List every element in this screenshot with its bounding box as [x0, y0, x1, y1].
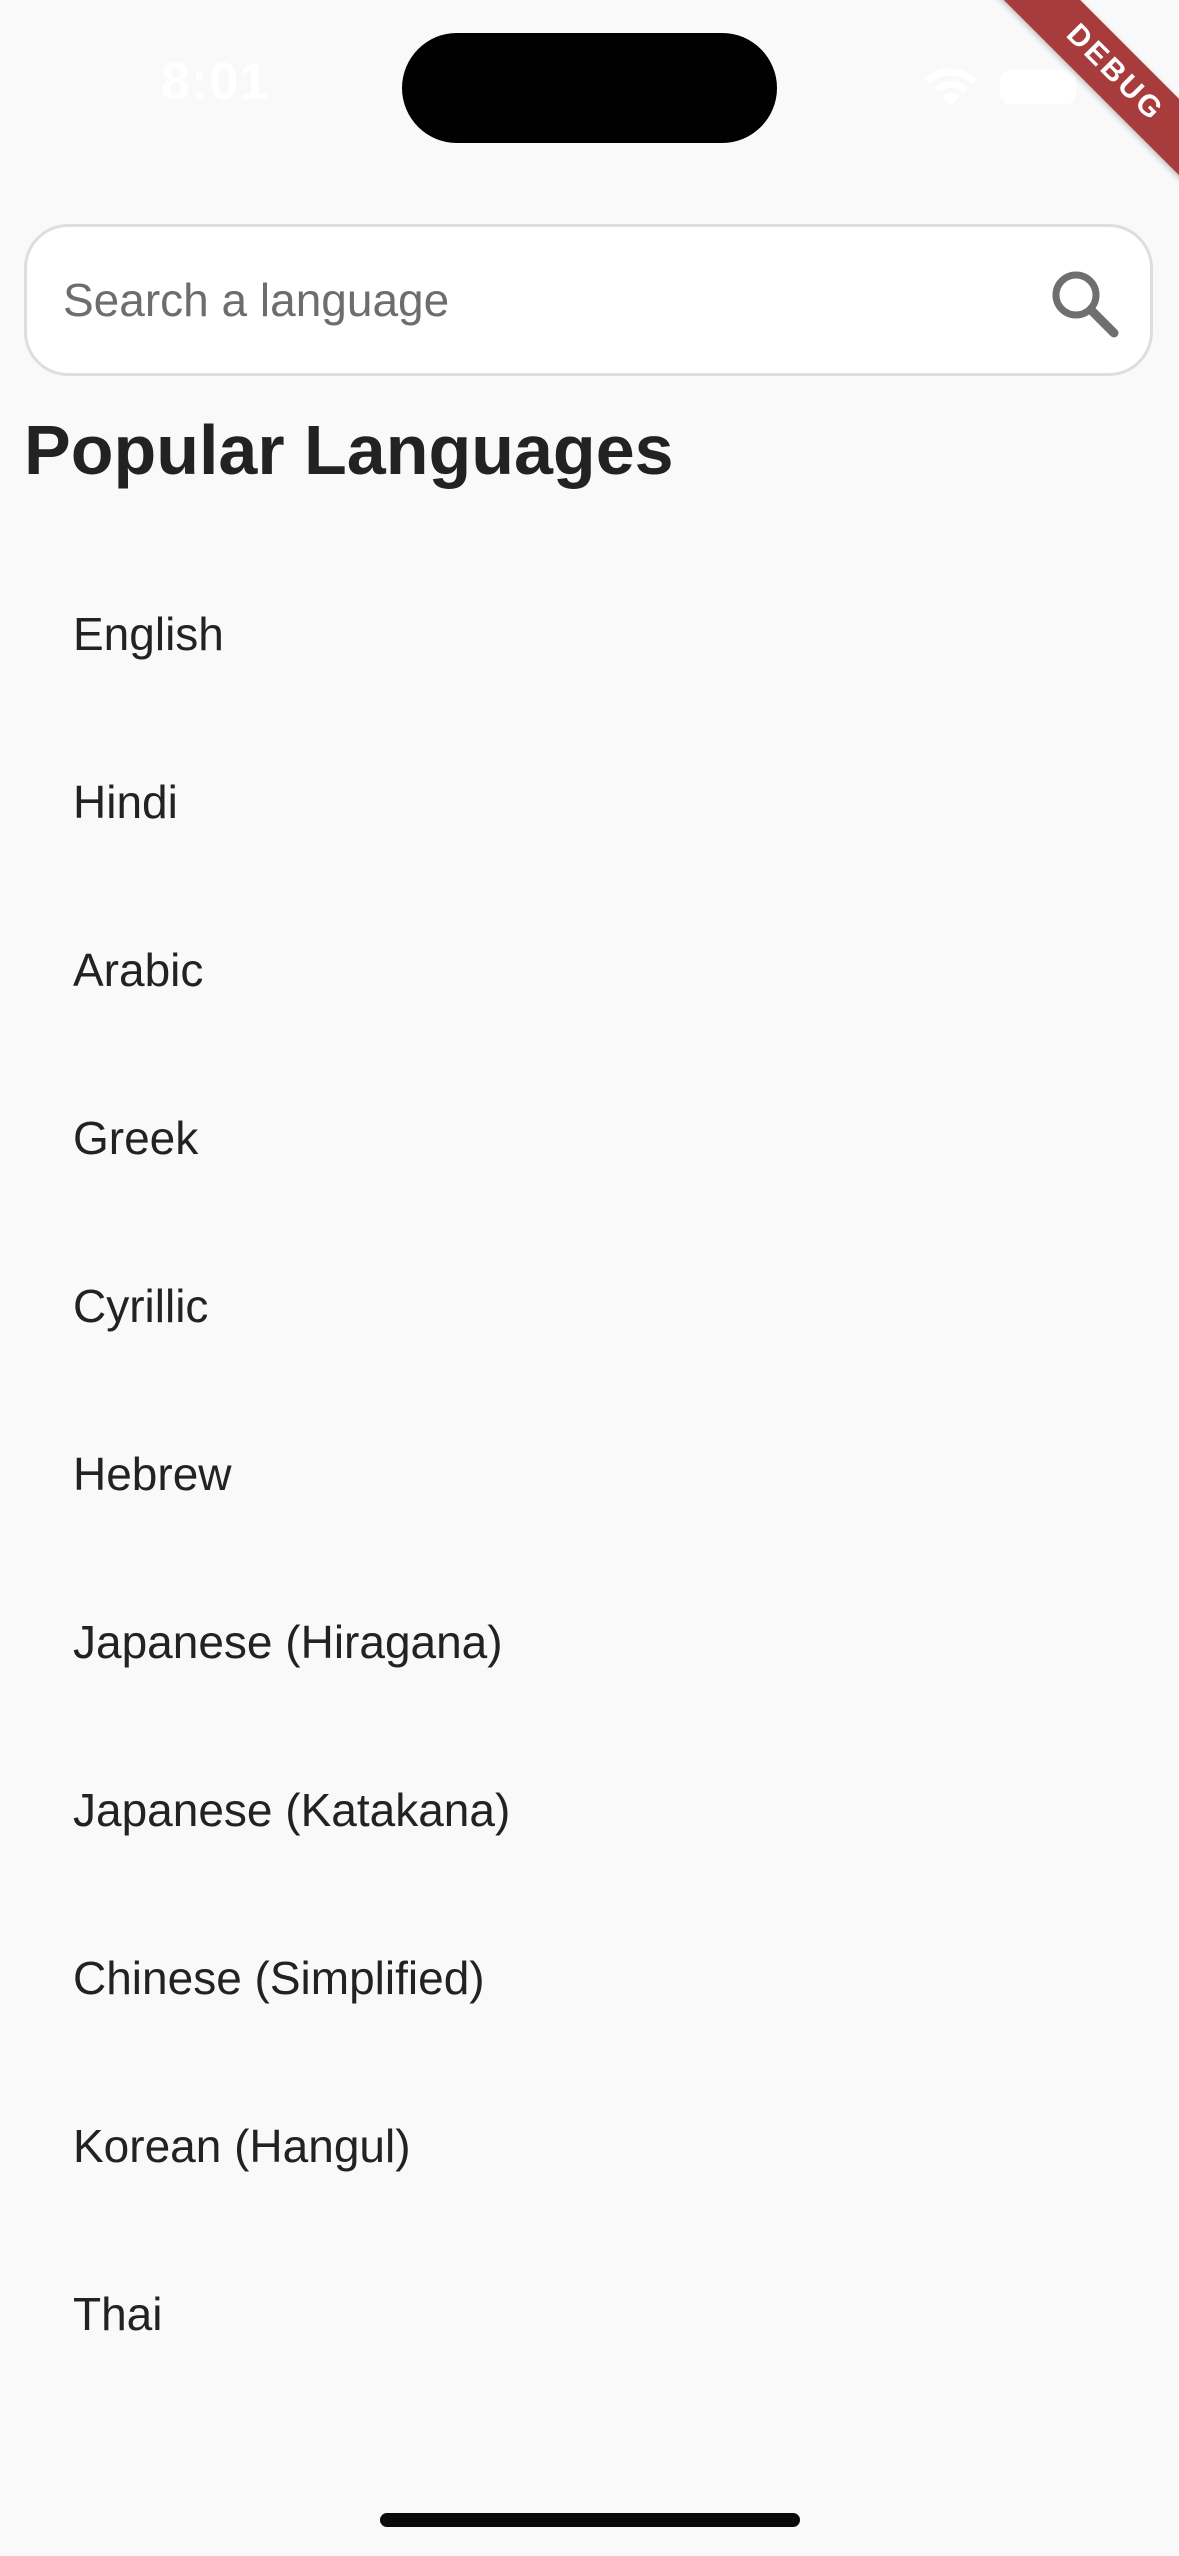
language-list: English Hindi Arabic Greek Cyrillic Hebr…: [0, 550, 1179, 2398]
language-item-hindi[interactable]: Hindi: [0, 718, 1179, 886]
search-field[interactable]: [24, 224, 1153, 376]
page-title: Popular Languages: [24, 411, 674, 489]
debug-banner-label: DEBUG: [989, 0, 1179, 199]
language-item-chinese-simplified[interactable]: Chinese (Simplified): [0, 1894, 1179, 2062]
language-item-cyrillic[interactable]: Cyrillic: [0, 1222, 1179, 1390]
language-item-japanese-hiragana[interactable]: Japanese (Hiragana): [0, 1558, 1179, 1726]
search-input[interactable]: [63, 227, 1023, 373]
language-item-greek[interactable]: Greek: [0, 1054, 1179, 1222]
language-item-korean-hangul[interactable]: Korean (Hangul): [0, 2062, 1179, 2230]
status-time: 8:01: [160, 53, 270, 111]
language-item-arabic[interactable]: Arabic: [0, 886, 1179, 1054]
dynamic-island: [402, 33, 777, 143]
debug-banner: DEBUG: [979, 0, 1179, 200]
language-item-english[interactable]: English: [0, 550, 1179, 718]
language-item-thai[interactable]: Thai: [0, 2230, 1179, 2398]
language-item-japanese-katakana[interactable]: Japanese (Katakana): [0, 1726, 1179, 1894]
home-indicator[interactable]: [380, 2513, 800, 2527]
language-item-hebrew[interactable]: Hebrew: [0, 1390, 1179, 1558]
search-icon[interactable]: [1048, 267, 1120, 339]
wifi-icon: [925, 68, 977, 106]
